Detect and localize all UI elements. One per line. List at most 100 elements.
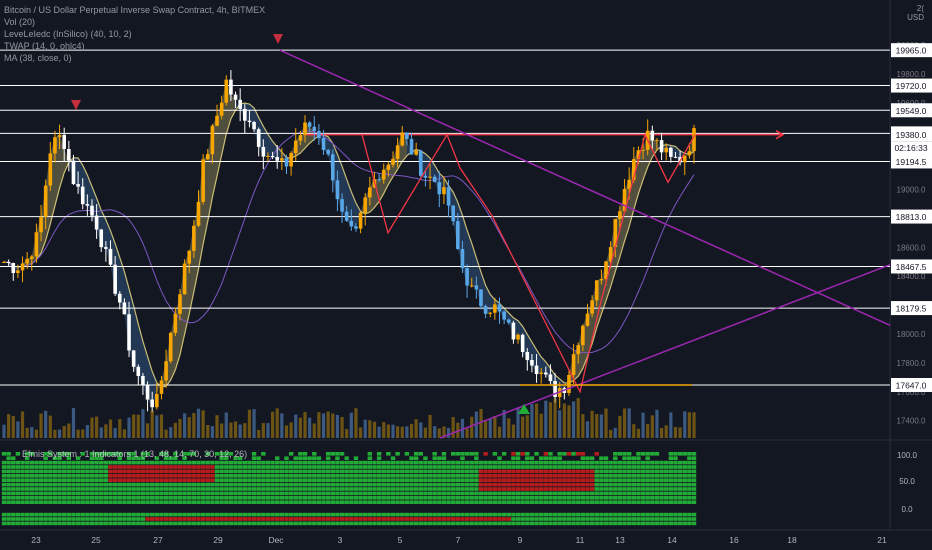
- oscillator-cell: [279, 521, 285, 526]
- oscillator-cell: [501, 487, 507, 491]
- volume-bar: [164, 429, 168, 438]
- candle-body: [20, 263, 25, 271]
- oscillator-cell: [219, 465, 224, 469]
- oscillator-cell: [654, 491, 660, 496]
- oscillator-cell: [455, 465, 461, 469]
- oscillator-cell: [112, 478, 118, 482]
- price-tick-label: 18000.0: [897, 330, 926, 339]
- oscillator-cell: [200, 521, 206, 526]
- oscillator-cell: [1, 512, 7, 517]
- oscillator-cell: [210, 478, 215, 482]
- oscillator-cell: [650, 474, 655, 478]
- lower-indicator-label[interactable]: Efmis System : 1 Indicators 1 (13, 48, 1…: [22, 449, 247, 459]
- oscillator-cell: [99, 469, 104, 474]
- volume-bar: [650, 415, 654, 438]
- candle-body: [256, 129, 261, 147]
- oscillator-cell: [645, 491, 650, 496]
- oscillator-cell: [349, 517, 354, 521]
- oscillator-cell: [288, 512, 294, 517]
- legend-indicator-twap[interactable]: TWAP (14, 0, ohlc4): [4, 40, 265, 52]
- oscillator-cell: [404, 521, 410, 526]
- oscillator-cell: [126, 521, 132, 526]
- oscillator-cell: [372, 469, 377, 474]
- oscillator-cell: [376, 512, 382, 517]
- oscillator-cell: [293, 521, 298, 526]
- oscillator-cell: [85, 482, 90, 487]
- oscillator-cell: [288, 482, 294, 487]
- volume-bar: [243, 423, 247, 438]
- oscillator-cell: [664, 469, 669, 474]
- oscillator-cell: [687, 517, 692, 521]
- oscillator-cell: [677, 517, 683, 521]
- oscillator-cell: [367, 521, 373, 526]
- volume-bar: [368, 420, 372, 438]
- oscillator-cell: [298, 487, 303, 491]
- oscillator-cell: [136, 469, 141, 474]
- oscillator-cell: [427, 482, 433, 487]
- oscillator-cell: [353, 482, 359, 487]
- oscillator-cell: [400, 482, 405, 487]
- oscillator-cell: [349, 482, 354, 487]
- price-chart[interactable]: 20000.019800.019600.019400.019200.019000…: [0, 0, 932, 550]
- oscillator-cell: [312, 482, 317, 487]
- oscillator-cell: [413, 460, 419, 465]
- legend-indicator-volume[interactable]: Vol (20): [4, 16, 265, 28]
- oscillator-cell: [650, 460, 655, 465]
- oscillator-cell: [233, 512, 238, 517]
- oscillator-cell: [599, 512, 604, 517]
- oscillator-cell: [501, 474, 507, 478]
- oscillator-cell: [446, 500, 451, 504]
- oscillator-cell: [409, 469, 414, 474]
- oscillator-cell: [71, 512, 76, 517]
- oscillator-cell: [520, 482, 525, 487]
- oscillator-cell: [149, 496, 155, 500]
- oscillator-cell: [395, 487, 400, 491]
- oscillator-cell: [358, 469, 363, 474]
- oscillator-cell: [464, 452, 470, 456]
- oscillator-cell: [349, 487, 354, 491]
- oscillator-cell: [501, 500, 507, 504]
- oscillator-cell: [200, 465, 206, 469]
- oscillator-cell: [506, 500, 511, 504]
- oscillator-cell: [557, 496, 562, 500]
- oscillator-cell: [279, 469, 285, 474]
- oscillator-cell: [548, 474, 553, 478]
- oscillator-cell: [256, 460, 261, 465]
- legend-indicator-ma[interactable]: MA (38, close, 0): [4, 52, 265, 64]
- oscillator-cell: [469, 512, 474, 517]
- oscillator-cell: [163, 465, 169, 469]
- level-label: 18179.5: [896, 304, 927, 314]
- oscillator-cell: [233, 517, 238, 521]
- oscillator-cell: [497, 469, 502, 474]
- oscillator-cell: [613, 465, 618, 469]
- oscillator-cell: [284, 465, 289, 469]
- oscillator-cell: [636, 521, 641, 526]
- legend-indicator-leveleledc[interactable]: LeveLeIedc (InSilico) (40, 10, 2): [4, 28, 265, 40]
- oscillator-cell: [413, 465, 419, 469]
- volume-bar: [108, 419, 113, 438]
- oscillator-cell: [11, 465, 16, 469]
- oscillator-cell: [668, 517, 674, 521]
- oscillator-cell: [136, 512, 141, 517]
- oscillator-cell: [11, 517, 16, 521]
- oscillator-cell: [112, 487, 118, 491]
- oscillator-cell: [557, 487, 562, 491]
- volume-bar: [76, 429, 80, 438]
- oscillator-cell: [664, 491, 669, 496]
- oscillator-cell: [24, 469, 30, 474]
- oscillator-cell: [515, 482, 521, 487]
- oscillator-cell: [534, 452, 539, 456]
- candle-body: [168, 332, 173, 362]
- oscillator-cell: [205, 500, 210, 504]
- candle-body: [104, 247, 108, 249]
- oscillator-cell: [182, 465, 187, 469]
- oscillator-cell: [381, 487, 386, 491]
- oscillator-cell: [256, 496, 261, 500]
- candle-body: [187, 250, 192, 264]
- oscillator-cell: [29, 478, 34, 482]
- oscillator-cell: [363, 521, 368, 526]
- volume-bar: [479, 409, 483, 438]
- oscillator-cell: [460, 460, 465, 465]
- oscillator-cell: [506, 469, 511, 474]
- oscillator-cell: [210, 482, 215, 487]
